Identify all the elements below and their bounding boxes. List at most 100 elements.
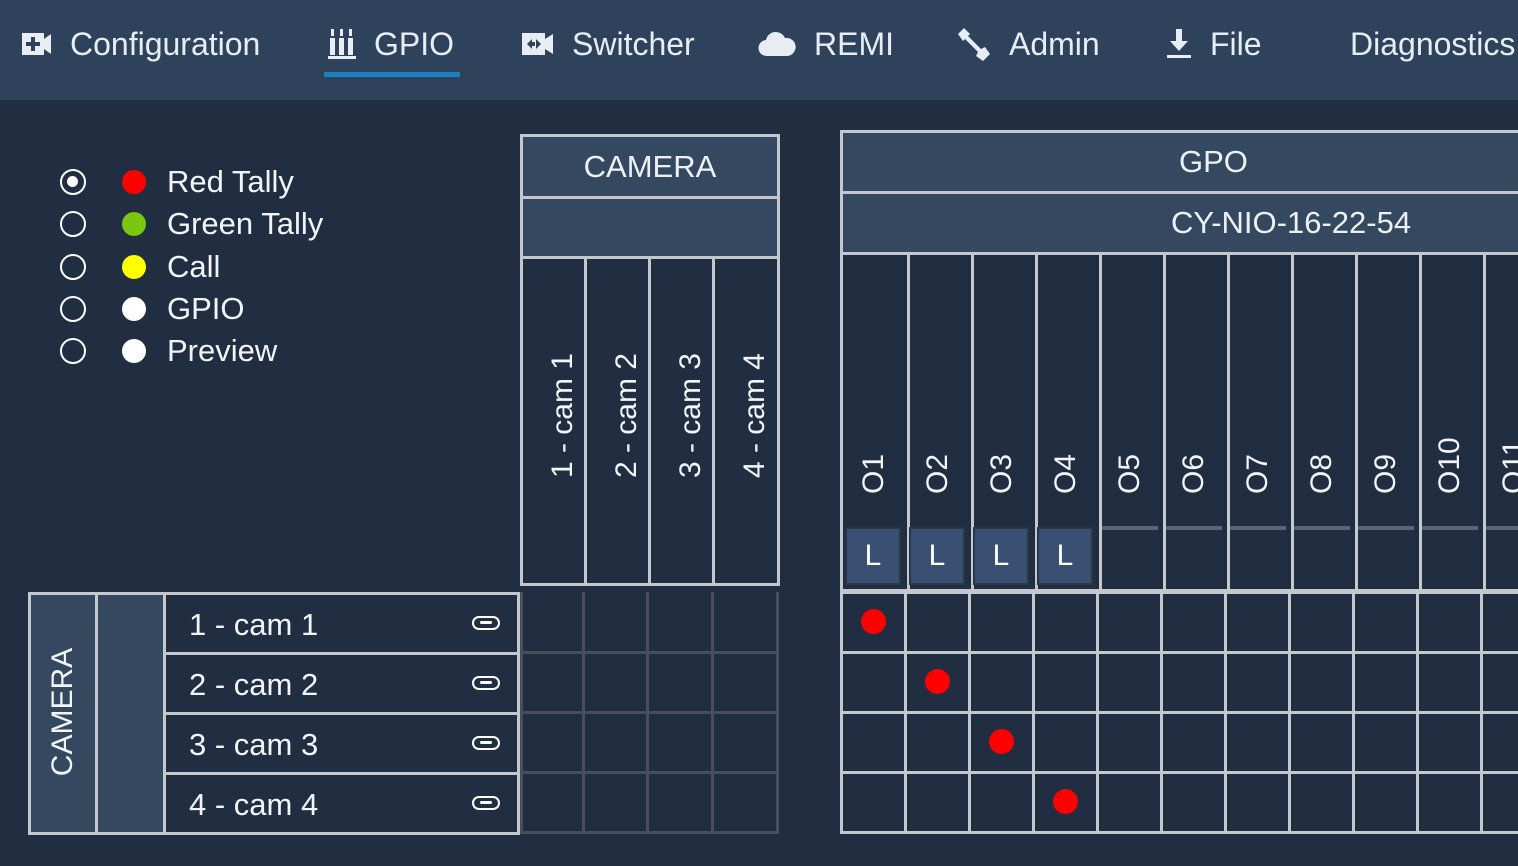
latch-button[interactable]: L xyxy=(1037,527,1093,585)
crosspoint-cell[interactable] xyxy=(1419,654,1480,711)
crosspoint-cell[interactable] xyxy=(907,594,968,651)
crosspoint-cell[interactable] xyxy=(1163,714,1224,771)
crosspoint-cell[interactable] xyxy=(843,774,904,831)
column-divider xyxy=(1483,252,1486,592)
crosspoint-cell[interactable] xyxy=(1355,594,1416,651)
row-label: 2 - cam 2 xyxy=(189,667,319,702)
camera-column-label: 2 - cam 2 xyxy=(610,353,643,479)
row-subgroup-header xyxy=(95,592,166,835)
red-tally-dot[interactable] xyxy=(989,729,1014,754)
nav-tab-label: REMI xyxy=(814,25,894,62)
camera-column-label: 1 - cam 1 xyxy=(546,353,579,479)
crosspoint-cell[interactable] xyxy=(1163,654,1224,711)
camera-column-label: 3 - cam 3 xyxy=(674,353,707,479)
legend-item-gpio[interactable]: GPIO xyxy=(60,289,245,329)
nav-tab-label: GPIO xyxy=(374,25,455,62)
row-cam-4[interactable]: 4 - cam 4 xyxy=(163,772,520,835)
crosspoint-cell[interactable] xyxy=(1355,774,1416,831)
crosspoint-cell[interactable] xyxy=(1227,714,1288,771)
crosspoint-cell[interactable] xyxy=(1419,774,1480,831)
row-cam-3[interactable]: 3 - cam 3 xyxy=(163,712,520,775)
nav-tab-diagnostics[interactable]: Diagnostics xyxy=(1350,0,1515,88)
call-color-dot xyxy=(122,255,146,279)
camera-switch-icon xyxy=(522,33,554,55)
crosspoint-cell[interactable] xyxy=(1099,774,1160,831)
gpo-matrix-title: GPO xyxy=(840,130,1518,194)
legend-item-call[interactable]: Call xyxy=(60,247,220,287)
row-cam-2[interactable]: 2 - cam 2 xyxy=(163,652,520,715)
crosspoint-cell[interactable] xyxy=(1419,714,1480,771)
crosspoint-cell[interactable] xyxy=(843,654,904,711)
crosspoint-cell[interactable] xyxy=(1419,594,1480,651)
crosspoint-cell[interactable] xyxy=(1483,714,1518,771)
red-tally-dot[interactable] xyxy=(1053,789,1078,814)
column-divider xyxy=(1291,252,1294,592)
crosspoint-cell[interactable] xyxy=(1035,714,1096,771)
latch-placeholder xyxy=(1486,526,1518,530)
nav-tab-file[interactable]: File xyxy=(1166,0,1262,88)
crosspoint-cell[interactable] xyxy=(1035,654,1096,711)
crosspoint-cell[interactable] xyxy=(1291,774,1352,831)
red-tally-dot[interactable] xyxy=(925,669,950,694)
crosspoint-cell[interactable] xyxy=(1291,594,1352,651)
crosspoint-cell[interactable] xyxy=(1035,594,1096,651)
camera-matrix-subtitle xyxy=(520,196,780,259)
gpo-device-header: CY-NIO-16-22-54 xyxy=(840,191,1518,255)
link-icon[interactable] xyxy=(472,616,500,630)
crosspoint-cell[interactable] xyxy=(1291,714,1352,771)
link-icon[interactable] xyxy=(472,796,500,810)
gpo-output-label: O6 xyxy=(1177,453,1210,494)
crosspoint-cell[interactable] xyxy=(1163,774,1224,831)
legend-label: Green Tally xyxy=(167,206,324,241)
crosspoint-cell[interactable] xyxy=(1483,774,1518,831)
radio-button[interactable] xyxy=(60,338,86,364)
legend-label: Call xyxy=(167,249,221,284)
radio-button[interactable] xyxy=(60,169,86,195)
nav-tab-switcher[interactable]: Switcher xyxy=(522,0,695,88)
row-label: 3 - cam 3 xyxy=(189,727,319,762)
crosspoint-cell[interactable] xyxy=(1483,654,1518,711)
crosspoint-cell[interactable] xyxy=(1483,594,1518,651)
radio-button[interactable] xyxy=(60,211,86,237)
crosspoint-cell[interactable] xyxy=(1099,594,1160,651)
latch-button[interactable]: L xyxy=(909,527,965,585)
link-icon[interactable] xyxy=(472,676,500,690)
crosspoint-cell[interactable] xyxy=(843,714,904,771)
gpo-device-name: CY-NIO-16-22-54 xyxy=(1171,205,1412,240)
latch-button[interactable]: L xyxy=(973,527,1029,585)
crosspoint-cell[interactable] xyxy=(907,774,968,831)
radio-button[interactable] xyxy=(60,254,86,280)
crosspoint-cell[interactable] xyxy=(907,714,968,771)
column-divider xyxy=(648,256,651,586)
crosspoint-cell[interactable] xyxy=(1227,654,1288,711)
nav-tab-label: Diagnostics xyxy=(1350,25,1516,62)
crosspoint-cell[interactable] xyxy=(1227,594,1288,651)
crosspoint-cell[interactable] xyxy=(1355,654,1416,711)
crosspoint-cell[interactable] xyxy=(1355,714,1416,771)
crosspoint-cell[interactable] xyxy=(1227,774,1288,831)
camera-matrix-title: CAMERA xyxy=(520,134,780,199)
red-tally-dot[interactable] xyxy=(861,609,886,634)
row-cam-1[interactable]: 1 - cam 1 xyxy=(163,592,520,655)
nav-tab-admin[interactable]: Admin xyxy=(955,0,1100,88)
download-icon xyxy=(1166,29,1192,59)
latch-button[interactable]: L xyxy=(845,527,901,585)
link-icon[interactable] xyxy=(472,736,500,750)
nav-tab-remi[interactable]: REMI xyxy=(758,0,894,88)
crosspoint-cell[interactable] xyxy=(1099,654,1160,711)
crosspoint-cell[interactable] xyxy=(971,594,1032,651)
latch-placeholder xyxy=(1422,526,1478,530)
latch-placeholder xyxy=(1294,526,1350,530)
legend-item-preview[interactable]: Preview xyxy=(60,331,277,371)
crosspoint-cell[interactable] xyxy=(971,774,1032,831)
radio-button[interactable] xyxy=(60,296,86,322)
gpio-color-dot xyxy=(122,297,146,321)
crosspoint-cell[interactable] xyxy=(971,654,1032,711)
legend-item-red-tally[interactable]: Red Tally xyxy=(60,162,294,202)
nav-tab-configuration[interactable]: Configuration xyxy=(22,0,260,88)
crosspoint-cell[interactable] xyxy=(1291,654,1352,711)
crosspoint-cell[interactable] xyxy=(1163,594,1224,651)
crosspoint-cell[interactable] xyxy=(1099,714,1160,771)
green-tally-color-dot xyxy=(122,212,146,236)
legend-item-green-tally[interactable]: Green Tally xyxy=(60,204,323,244)
